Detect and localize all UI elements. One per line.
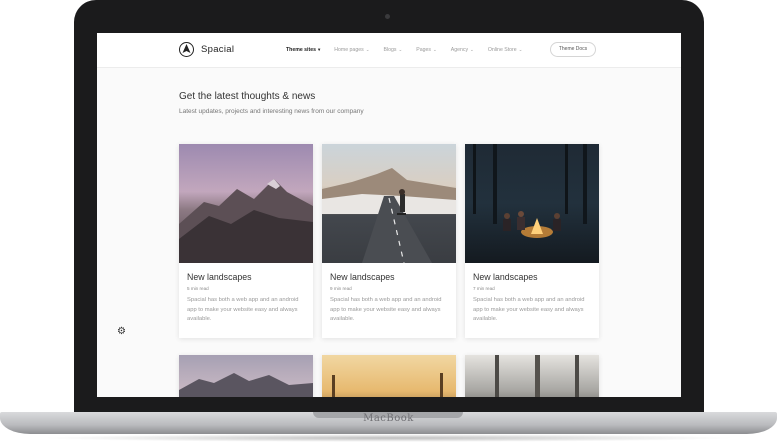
card-image-sunset[interactable]: [322, 355, 456, 397]
nav-label: Home pages: [334, 47, 364, 53]
nav-label: Blogs: [383, 47, 397, 53]
nav-item-agency[interactable]: Agency ⌄: [451, 47, 474, 53]
card-image-mountains[interactable]: [179, 144, 313, 263]
nav-item-pages[interactable]: Pages ⌄: [416, 47, 437, 53]
chevron-down-icon: ⌄: [518, 47, 523, 52]
blog-card[interactable]: New landscapes 9 min read Spacial has bo…: [322, 144, 456, 338]
chevron-down-icon: ⌄: [365, 47, 370, 52]
nav-label: Online Store: [487, 47, 517, 53]
nav-label: Pages: [416, 47, 431, 53]
camera-dot: [385, 14, 390, 19]
card-image-forest[interactable]: [465, 355, 599, 397]
chevron-down-icon: ⌄: [398, 47, 403, 52]
logo-icon[interactable]: [179, 42, 194, 57]
theme-docs-button[interactable]: Theme Docs: [550, 42, 596, 57]
blog-card[interactable]: [322, 355, 456, 397]
card-read-time: 7 min read: [473, 286, 495, 291]
base-shadow: [40, 434, 737, 442]
card-excerpt: Spacial has both a web app and an androi…: [473, 297, 585, 322]
chevron-down-icon: ⌄: [470, 47, 474, 52]
gear-icon[interactable]: ⚙: [117, 327, 127, 337]
card-read-time: 9 min read: [330, 286, 352, 291]
card-title[interactable]: New landscapes: [330, 272, 395, 282]
card-image-mountains[interactable]: [179, 355, 313, 397]
chevron-down-icon: ⌄: [432, 47, 437, 52]
card-excerpt: Spacial has both a web app and an androi…: [187, 297, 299, 322]
nav-item-online-store[interactable]: Online Store ⌄: [488, 47, 523, 53]
blog-card[interactable]: [465, 355, 599, 397]
browser-screen: Spacial Theme sites ▾ Home pages ⌄ Blogs ⌄ …: [97, 33, 681, 397]
blog-card[interactable]: New landscapes 5 min read Spacial has bo…: [179, 144, 313, 338]
nav-item-blogs[interactable]: Blogs ⌄: [383, 47, 402, 53]
section-title: Get the latest thoughts & news: [179, 91, 316, 102]
site-header: Spacial Theme sites ▾ Home pages ⌄ Blogs ⌄ …: [97, 33, 681, 68]
nav-label: Agency: [450, 47, 469, 53]
card-title[interactable]: New landscapes: [473, 272, 538, 282]
main-nav: Theme sites ▾ Home pages ⌄ Blogs ⌄ Pages ⌄ A…: [286, 47, 536, 53]
nav-label: Theme sites: [286, 47, 316, 53]
card-excerpt: Spacial has both a web app and an androi…: [330, 297, 442, 322]
blog-card[interactable]: [179, 355, 313, 397]
device-label: MacBook: [363, 413, 414, 424]
card-image-campfire[interactable]: [465, 144, 599, 263]
chevron-down-icon: ▾: [318, 47, 321, 52]
section-subtitle: Latest updates, projects and interesting…: [179, 108, 364, 115]
card-read-time: 5 min read: [187, 286, 209, 291]
card-title[interactable]: New landscapes: [187, 272, 252, 282]
nav-item-theme-sites[interactable]: Theme sites ▾: [286, 47, 320, 53]
blog-card[interactable]: New landscapes 7 min read Spacial has bo…: [465, 144, 599, 338]
card-image-road[interactable]: [322, 144, 456, 263]
nav-item-home-pages[interactable]: Home pages ⌄: [334, 47, 369, 53]
logo-text[interactable]: Spacial: [201, 44, 234, 55]
